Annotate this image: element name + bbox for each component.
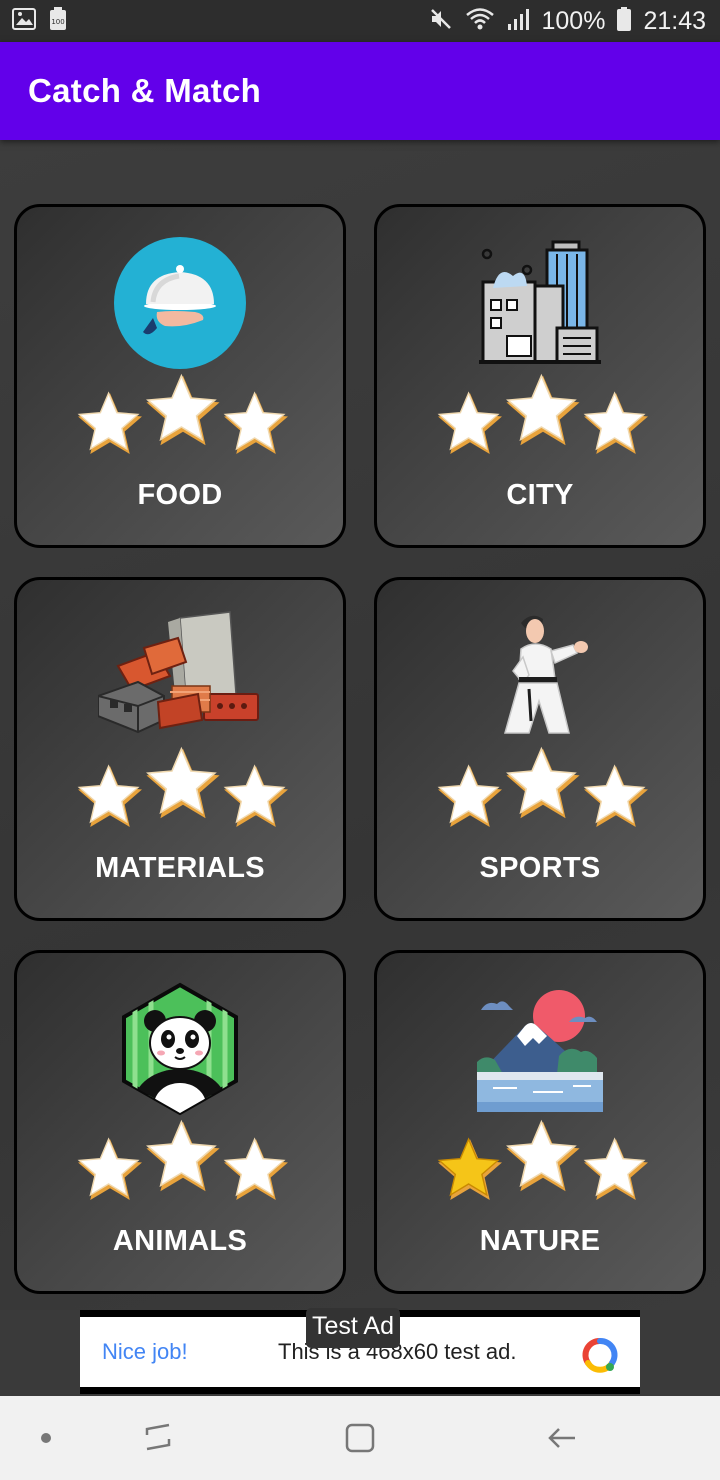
app-title: Catch & Match	[28, 72, 262, 109]
star-empty-icon	[223, 1137, 288, 1200]
category-card-sports[interactable]: SPORTS	[374, 577, 706, 921]
category-card-city[interactable]: CITY	[374, 204, 706, 548]
status-bar: 100 100% 21:43	[0, 0, 720, 42]
signal-icon	[507, 7, 530, 36]
test-ad-label: Test Ad	[306, 1308, 400, 1348]
ad-area: Nice job! This is a 468x60 test ad. Test…	[0, 1308, 720, 1396]
star-empty-icon	[437, 391, 502, 454]
svg-text:100: 100	[51, 18, 64, 26]
star-empty-icon	[146, 746, 220, 819]
star-empty-icon	[506, 746, 580, 819]
star-empty-icon	[223, 391, 288, 454]
star-empty-icon	[77, 1137, 142, 1200]
category-label: CITY	[506, 479, 574, 511]
karate-sports-icon	[468, 608, 612, 744]
category-label: ANIMALS	[112, 1225, 248, 1257]
star-empty-icon	[583, 764, 648, 827]
category-label: SPORTS	[479, 852, 601, 884]
star-empty-icon	[506, 1119, 580, 1192]
food-cloche-icon	[108, 235, 252, 371]
battery-icon	[617, 6, 632, 36]
app-bar: Catch & Match	[0, 42, 720, 140]
ad-headline: Nice job!	[102, 1339, 188, 1364]
category-screen: FOOD CITY MATERIALS SPORTS ANIMALS NATUR…	[0, 140, 720, 1310]
star-rating	[435, 1117, 651, 1217]
wifi-icon	[465, 7, 495, 36]
category-card-animals[interactable]: ANIMALS	[14, 950, 346, 1294]
star-empty-icon	[223, 764, 288, 827]
category-card-nature[interactable]: NATURE	[374, 950, 706, 1294]
star-empty-icon	[77, 764, 142, 827]
category-card-food[interactable]: FOOD	[14, 204, 346, 548]
battery-percent: 100%	[541, 6, 606, 35]
star-empty-icon	[146, 1119, 220, 1192]
city-buildings-icon	[468, 235, 612, 371]
star-empty-icon	[583, 391, 648, 454]
star-rating	[435, 744, 651, 844]
star-empty-icon	[77, 391, 142, 454]
category-label: FOOD	[137, 479, 223, 511]
star-rating	[75, 744, 291, 844]
panda-icon	[108, 981, 252, 1117]
category-label: NATURE	[479, 1225, 601, 1257]
bricks-materials-icon	[97, 608, 267, 744]
system-nav-bar	[0, 1396, 720, 1480]
star-empty-icon	[506, 373, 580, 446]
nav-dot-icon[interactable]	[26, 1418, 66, 1458]
star-empty-icon	[146, 373, 220, 446]
star-filled-icon	[437, 1137, 502, 1200]
clock: 21:43	[643, 6, 706, 35]
mute-icon	[429, 7, 453, 36]
star-empty-icon	[437, 764, 502, 827]
ad-network-logo-icon	[582, 1337, 618, 1373]
home-icon[interactable]	[340, 1418, 380, 1458]
category-card-materials[interactable]: MATERIALS	[14, 577, 346, 921]
category-grid: FOOD CITY MATERIALS SPORTS ANIMALS NATUR…	[14, 204, 706, 1294]
star-rating	[75, 371, 291, 471]
star-rating	[75, 1117, 291, 1217]
recent-apps-icon[interactable]	[138, 1418, 178, 1458]
star-empty-icon	[583, 1137, 648, 1200]
category-label: MATERIALS	[95, 852, 265, 884]
back-icon[interactable]	[542, 1418, 582, 1458]
mountain-nature-icon	[468, 981, 612, 1117]
battery-saver-icon: 100	[48, 6, 68, 36]
image-icon	[12, 7, 36, 35]
star-rating	[435, 371, 651, 471]
